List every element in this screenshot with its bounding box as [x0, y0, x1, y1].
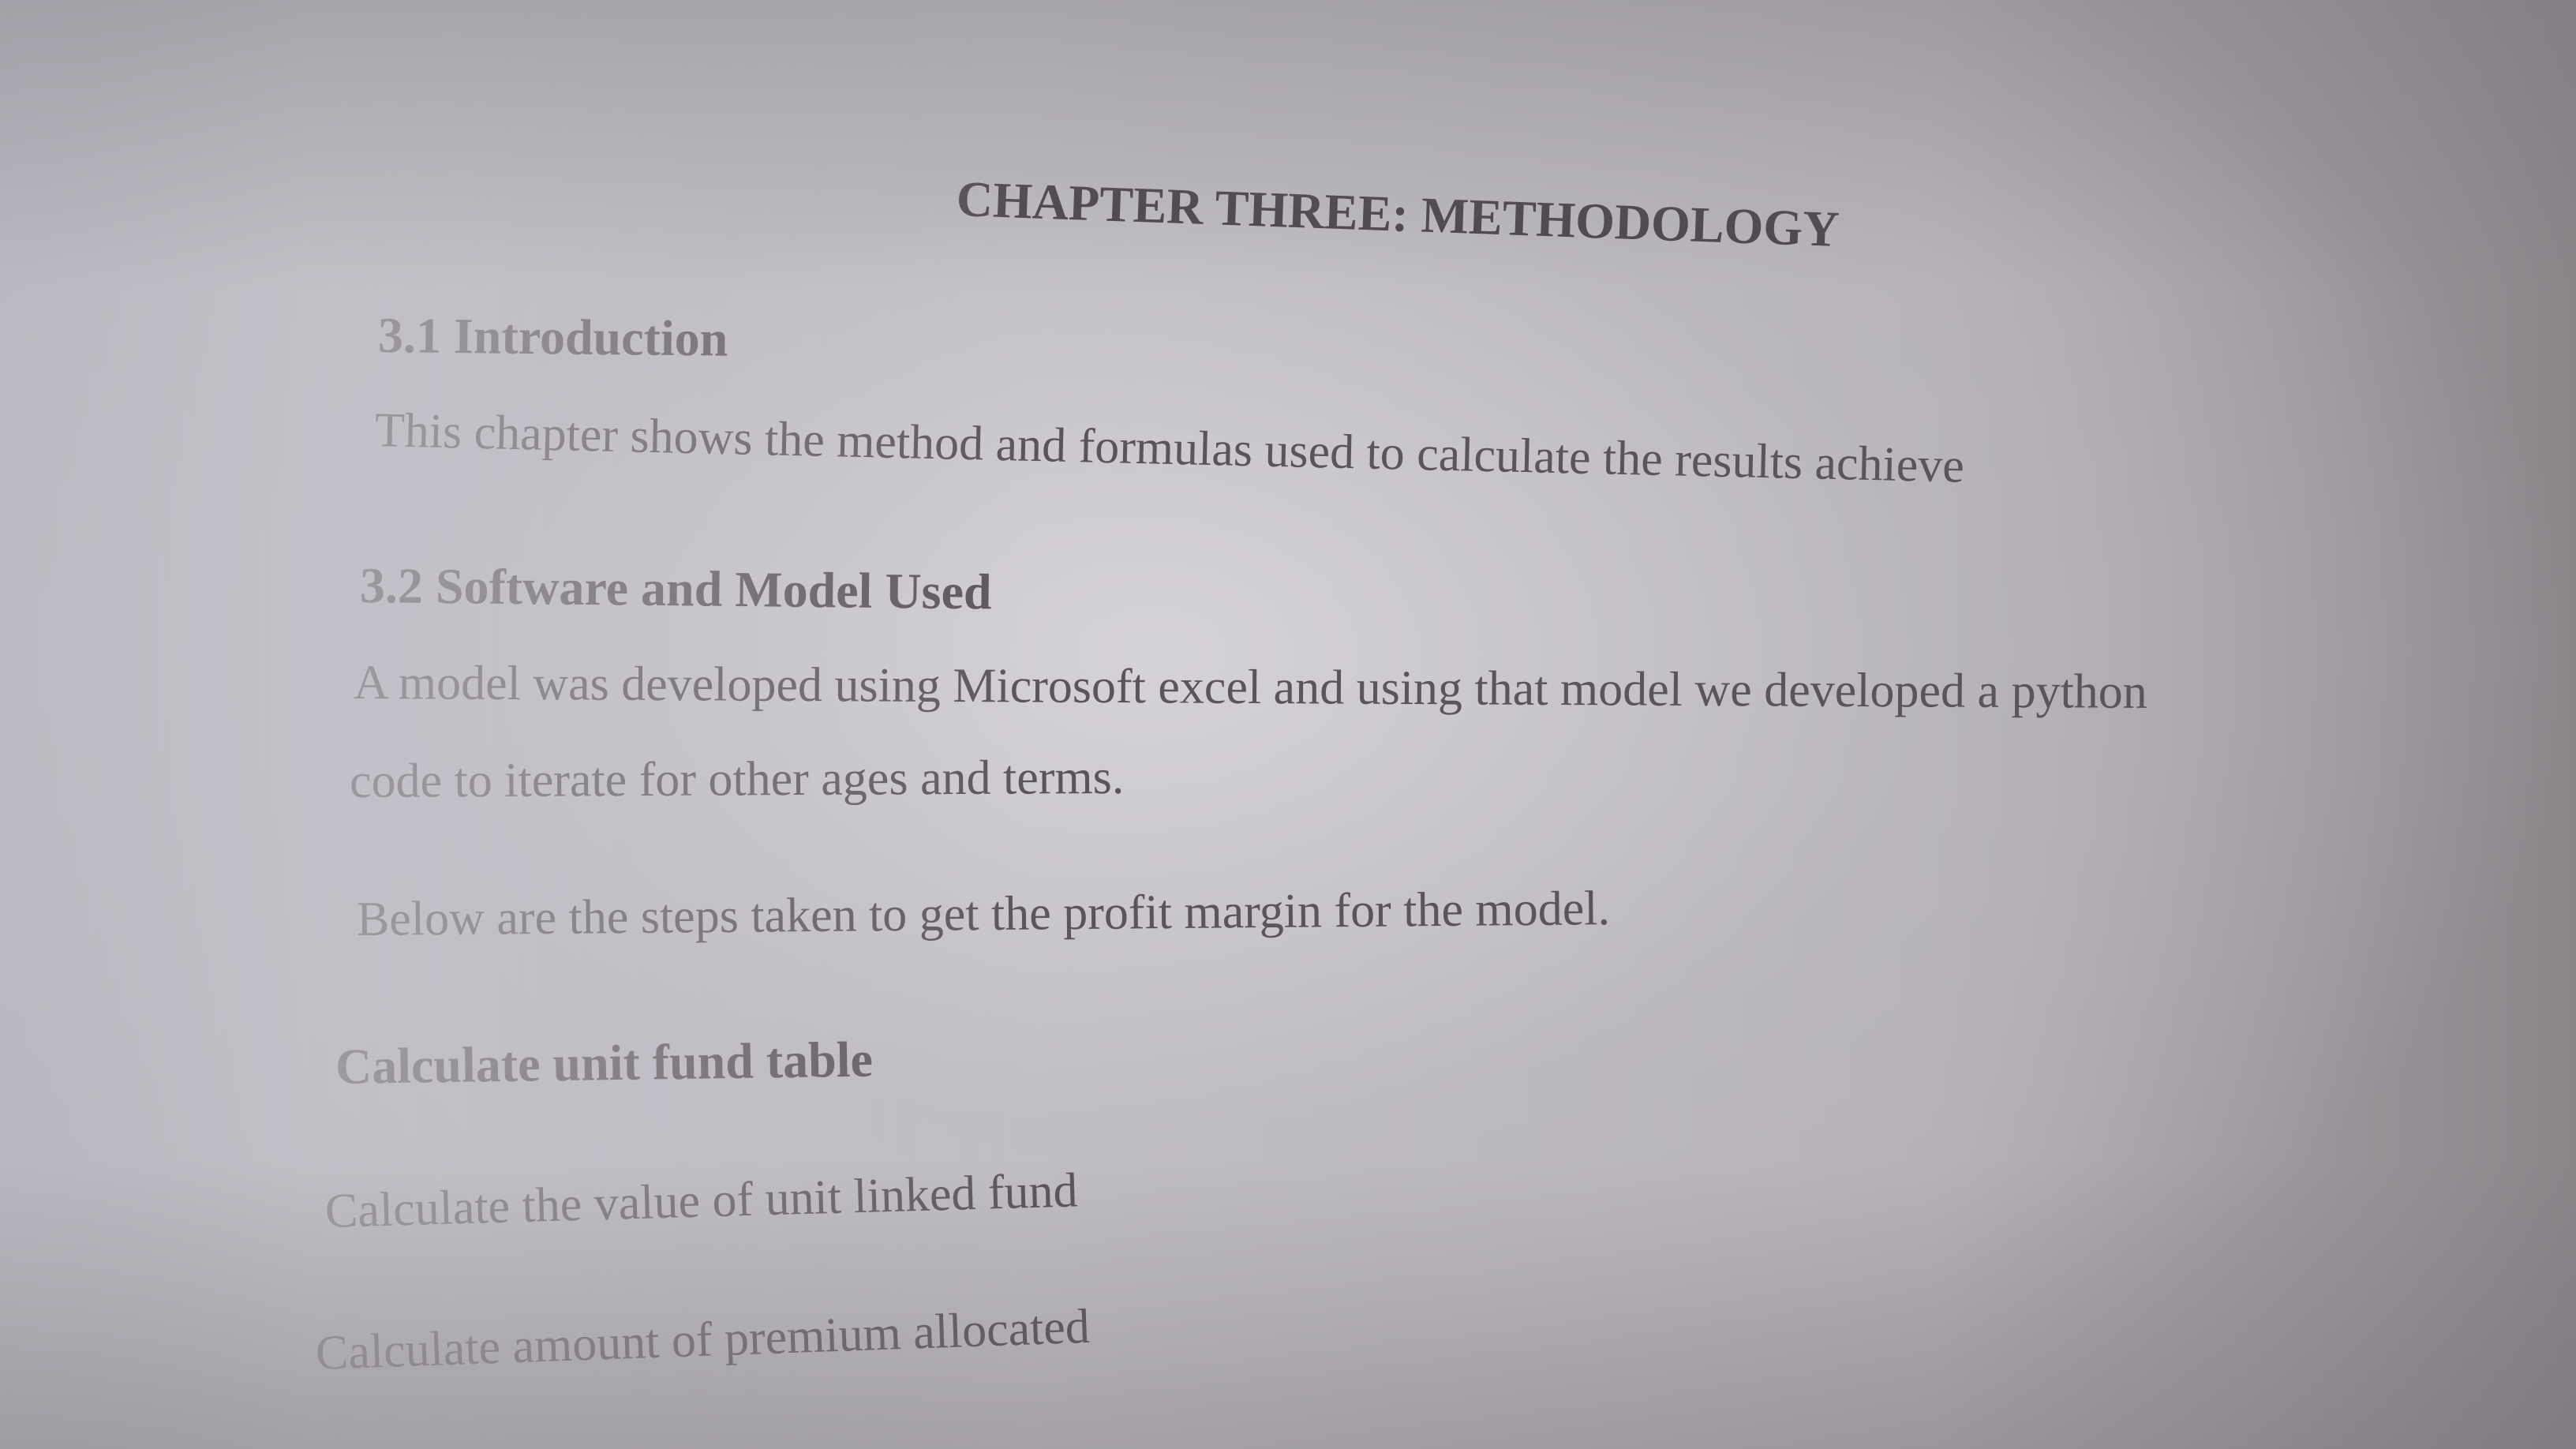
steps-intro: Below are the steps taken to get the pro…	[356, 882, 1611, 946]
section-heading-introduction: 3.1 Introduction	[377, 307, 728, 367]
chapter-title: CHAPTER THREE: METHODOLOGY	[955, 170, 1840, 258]
step-item: Calculate the value of unit linked fund	[324, 1163, 1079, 1238]
step-item: Calculate amount of premium allocated	[314, 1299, 1091, 1380]
software-paragraph-line2: code to iterate for other ages and terms…	[349, 750, 1125, 808]
introduction-paragraph: This chapter shows the method and formul…	[374, 403, 1965, 493]
steps-heading: Calculate unit fund table	[335, 1031, 874, 1095]
section-heading-software: 3.2 Software and Model Used	[359, 557, 992, 620]
software-paragraph-line1: A model was developed using Microsoft ex…	[353, 656, 2147, 719]
